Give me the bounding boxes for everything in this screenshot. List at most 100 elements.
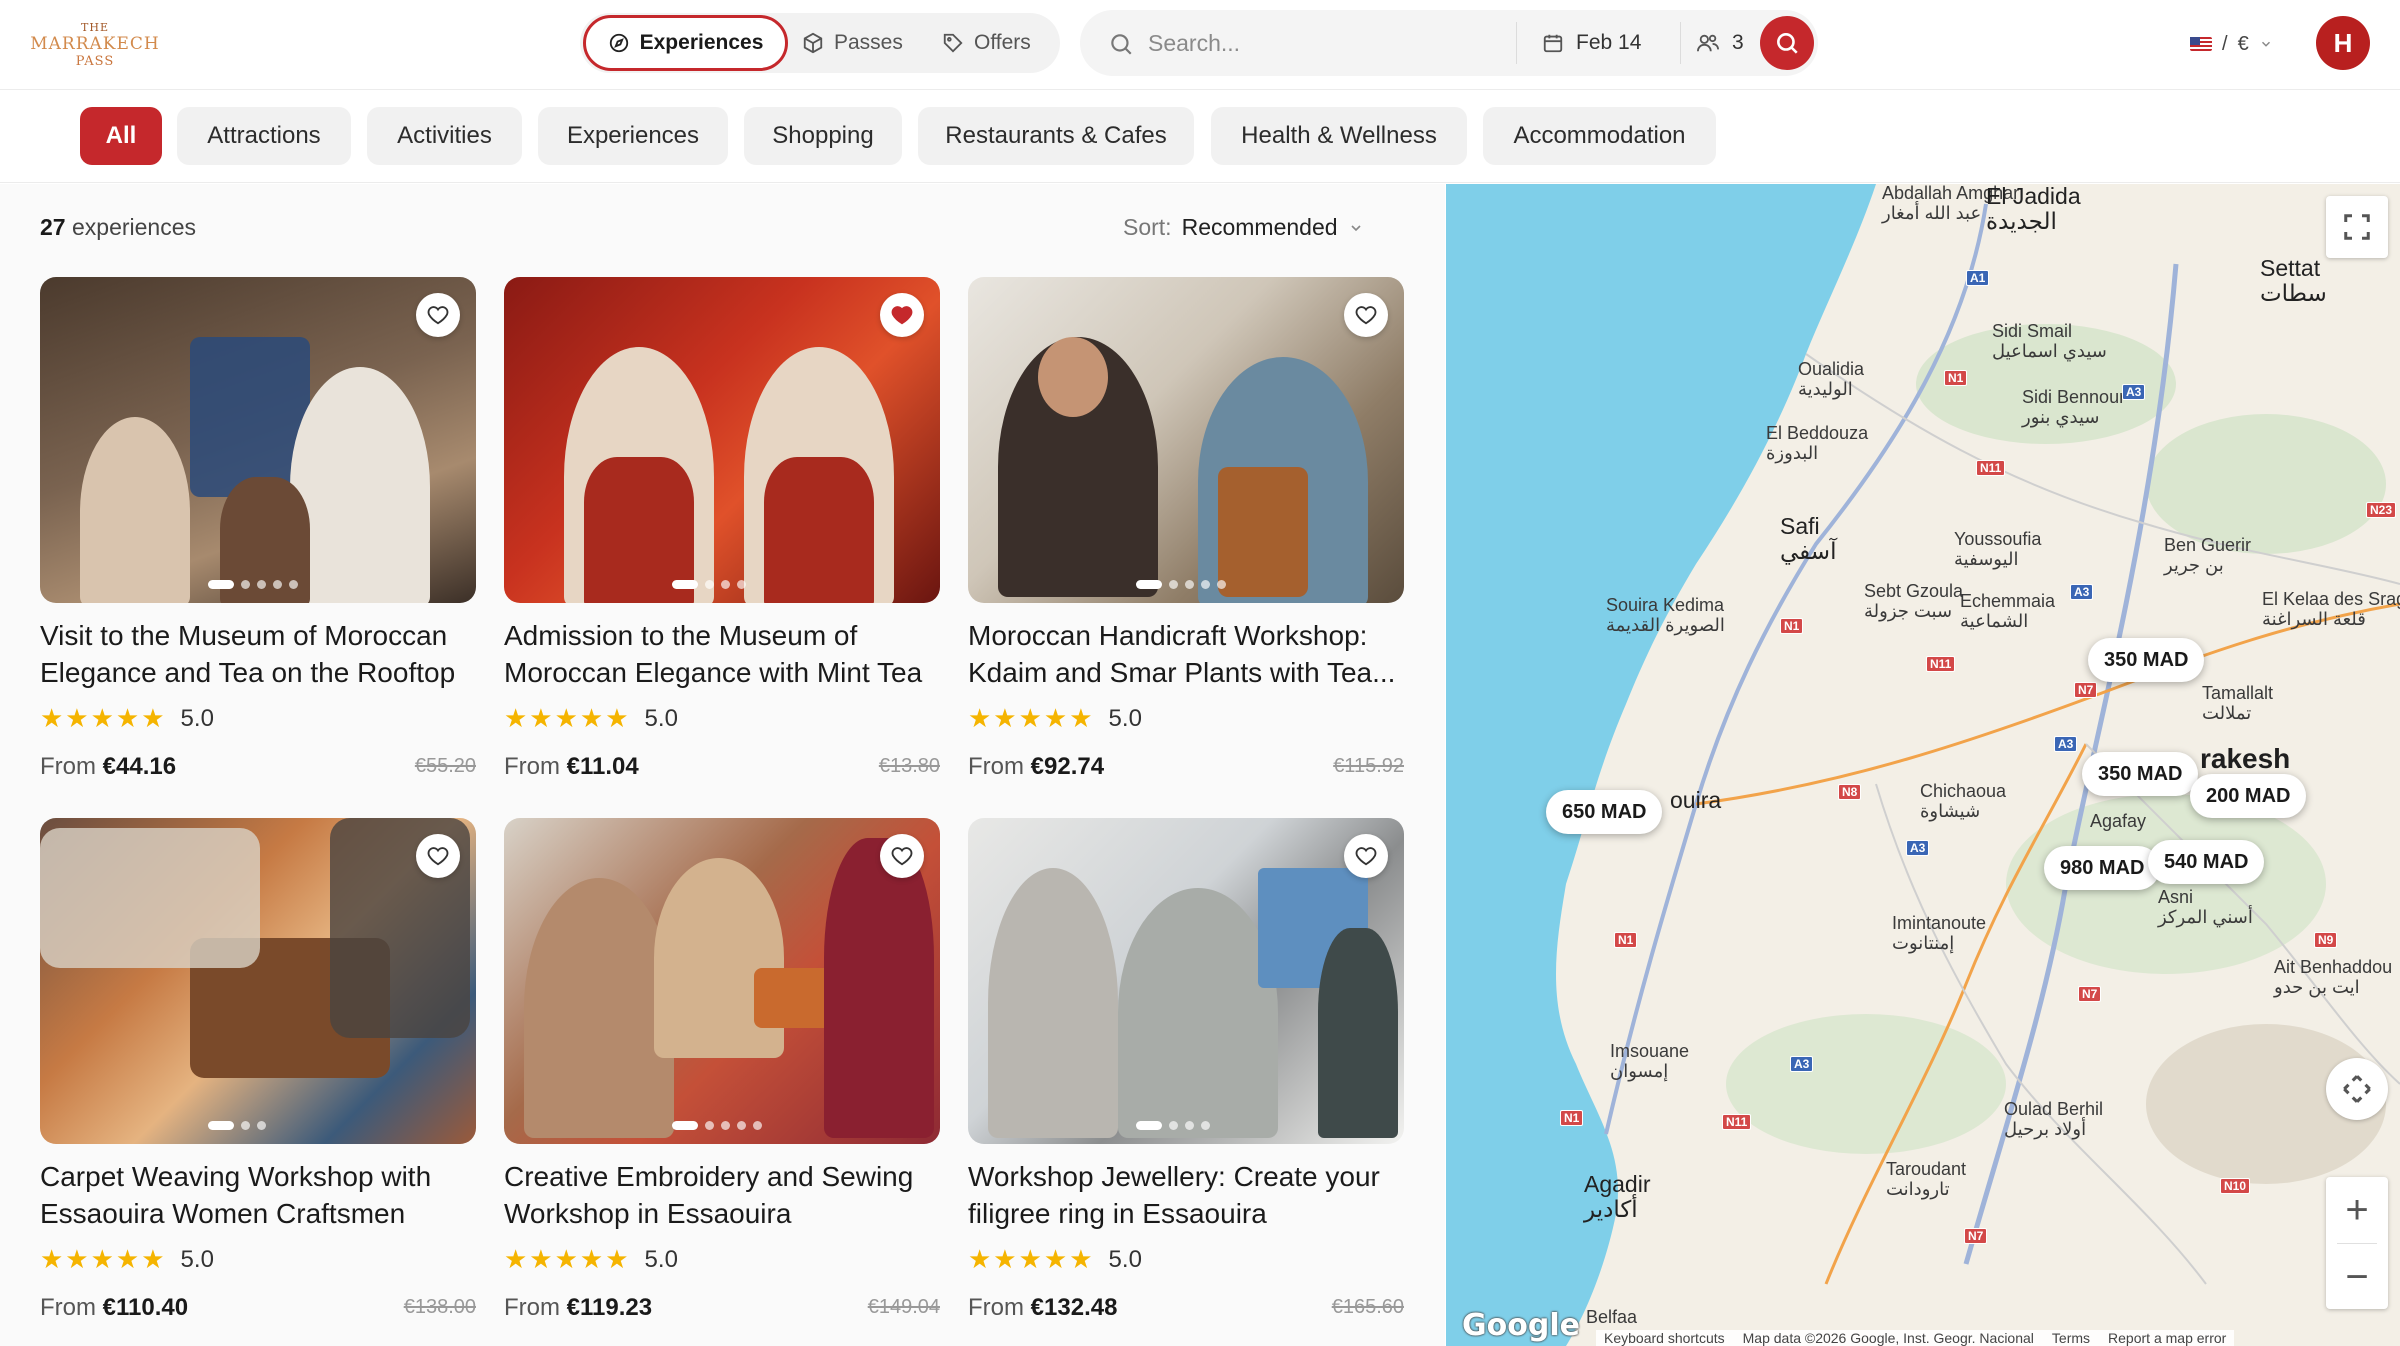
- experience-card[interactable]: Visit to the Museum of Moroccan Elegance…: [40, 277, 476, 780]
- map-place-label: Sidi Bennour سيدي بنور: [2022, 387, 2126, 427]
- map-place-label: Tamallalt تملالت: [2202, 683, 2274, 723]
- category-chip-all[interactable]: All: [80, 107, 162, 165]
- report-map-error-link[interactable]: Report a map error: [2108, 1330, 2226, 1346]
- experience-photo[interactable]: [504, 277, 940, 603]
- carousel-dots[interactable]: [672, 1121, 762, 1130]
- experience-title[interactable]: Admission to the Museum of Moroccan Eleg…: [504, 617, 940, 691]
- experience-photo[interactable]: [968, 818, 1404, 1144]
- carousel-dots[interactable]: [208, 580, 298, 589]
- experience-photo[interactable]: [40, 277, 476, 603]
- original-price: €13.80: [878, 755, 940, 777]
- tag-icon: [943, 33, 963, 53]
- favorite-button[interactable]: [416, 834, 460, 878]
- box-icon: [803, 32, 823, 54]
- experience-title[interactable]: Carpet Weaving Workshop with Essaouira W…: [40, 1158, 476, 1232]
- price-prefix: From: [968, 753, 1024, 780]
- favorite-button[interactable]: [880, 293, 924, 337]
- road-shield: N23: [2366, 502, 2397, 518]
- category-chip-activities[interactable]: Activities: [367, 107, 522, 165]
- experience-card[interactable]: Workshop Jewellery: Create your filigree…: [968, 818, 1404, 1321]
- experience-title[interactable]: Creative Embroidery and Sewing Workshop …: [504, 1158, 940, 1232]
- favorite-button[interactable]: [1344, 293, 1388, 337]
- experience-card[interactable]: Moroccan Handicraft Workshop: Kdaim and …: [968, 277, 1404, 780]
- map-place-label: Sebt Gzoula سبت جزولة: [1864, 581, 1964, 621]
- map-place-label: Echemmaia الشماعية: [1960, 591, 2056, 631]
- category-chip-shopping[interactable]: Shopping: [744, 107, 902, 165]
- search-input[interactable]: [1148, 24, 1568, 62]
- locale-currency-selector[interactable]: / €: [2190, 26, 2273, 62]
- locale-separator: /: [2222, 32, 2228, 55]
- map-price-marker[interactable]: 540 MAD: [2148, 840, 2265, 884]
- map-place-label: Agadir أكادير: [1584, 1171, 1651, 1223]
- experience-title[interactable]: Moroccan Handicraft Workshop: Kdaim and …: [968, 617, 1404, 691]
- search-submit-button[interactable]: [1760, 16, 1814, 70]
- experience-card[interactable]: Admission to the Museum of Moroccan Eleg…: [504, 277, 940, 780]
- experience-photo[interactable]: [504, 818, 940, 1144]
- price-value: €119.23: [566, 1294, 653, 1321]
- price-value: €44.16: [102, 753, 177, 780]
- original-price: €55.20: [414, 755, 476, 777]
- keyboard-shortcuts-link[interactable]: Keyboard shortcuts: [1604, 1330, 1725, 1346]
- sort-label: Sort:: [1123, 214, 1172, 240]
- zoom-in-button[interactable]: +: [2326, 1177, 2388, 1243]
- product-type-switcher: Experiences Passes Offers: [580, 13, 1060, 73]
- search-icon: [1111, 34, 1132, 55]
- star-rating-icon: ★★★★★: [968, 1244, 1095, 1274]
- sort-dropdown[interactable]: Sort: Recommended: [1123, 214, 1364, 241]
- zoom-out-button[interactable]: −: [2326, 1244, 2388, 1310]
- experience-photo[interactable]: [968, 277, 1404, 603]
- experience-price: From €92.74: [968, 753, 1104, 781]
- map-place-label: Safi آسفي: [1780, 513, 1837, 565]
- user-avatar[interactable]: H: [2316, 16, 2370, 70]
- guests-picker[interactable]: 3: [1686, 10, 1744, 76]
- offers-tab[interactable]: Offers: [942, 13, 1031, 73]
- category-chip-health-wellness[interactable]: Health & Wellness: [1211, 107, 1467, 165]
- road-shield: N7: [2074, 682, 2098, 698]
- rating-value: 5.0: [644, 704, 678, 732]
- road-shield: N10: [2220, 1178, 2251, 1194]
- price-prefix: From: [968, 1294, 1024, 1321]
- experience-title[interactable]: Workshop Jewellery: Create your filigree…: [968, 1158, 1404, 1232]
- map-place-label: El Beddouza البدوزة: [1766, 423, 1869, 463]
- carousel-dots[interactable]: [1136, 1121, 1210, 1130]
- category-chip-accommodation[interactable]: Accommodation: [1483, 107, 1716, 165]
- carousel-dots[interactable]: [1136, 580, 1226, 589]
- carousel-dots[interactable]: [208, 1121, 266, 1130]
- fullscreen-icon: [2344, 214, 2370, 240]
- map-price-marker[interactable]: 350 MAD: [2088, 638, 2205, 682]
- road-shield: N1: [1560, 1110, 1584, 1126]
- experience-card[interactable]: Carpet Weaving Workshop with Essaouira W…: [40, 818, 476, 1321]
- date-picker[interactable]: Feb 14: [1542, 10, 1641, 76]
- category-chip-restaurants-cafes[interactable]: Restaurants & Cafes: [918, 107, 1194, 165]
- experiences-tab[interactable]: Experiences: [583, 15, 788, 71]
- experience-map[interactable]: Abdallah Amghar عبد الله أمغار El Jadida ا…: [1446, 184, 2400, 1346]
- rating-value: 5.0: [1108, 1245, 1142, 1273]
- experience-card[interactable]: Creative Embroidery and Sewing Workshop …: [504, 818, 940, 1321]
- map-place-label: Imsouane إمسوان: [1610, 1041, 1690, 1081]
- road-shield: A3: [1906, 840, 1930, 856]
- map-pan-control[interactable]: [2326, 1058, 2388, 1120]
- marrakech-pass-logo[interactable]: THE MARRAKECH PASS: [30, 16, 159, 74]
- favorite-button[interactable]: [416, 293, 460, 337]
- map-place-label: Settat سطات: [2260, 255, 2327, 307]
- price-prefix: From: [40, 753, 96, 780]
- favorite-button[interactable]: [1344, 834, 1388, 878]
- map-price-marker[interactable]: 350 MAD: [2082, 752, 2199, 796]
- category-chip-attractions[interactable]: Attractions: [177, 107, 351, 165]
- map-place-label: Youssoufia اليوسفية: [1954, 529, 2042, 569]
- guests-value: 3: [1732, 31, 1744, 54]
- map-price-marker[interactable]: 980 MAD: [2044, 846, 2161, 890]
- map-price-marker[interactable]: 200 MAD: [2190, 774, 2307, 818]
- experience-photo[interactable]: [40, 818, 476, 1144]
- map-attribution: Keyboard shortcuts Map data ©2026 Google…: [1596, 1330, 2235, 1346]
- heart-outline-icon: [427, 847, 449, 866]
- map-price-marker[interactable]: 650 MAD: [1546, 790, 1663, 834]
- carousel-dots[interactable]: [672, 580, 746, 589]
- original-price: €138.00: [403, 1296, 476, 1318]
- fullscreen-button[interactable]: [2326, 196, 2388, 258]
- favorite-button[interactable]: [880, 834, 924, 878]
- category-chip-experiences[interactable]: Experiences: [538, 107, 728, 165]
- experience-title[interactable]: Visit to the Museum of Moroccan Elegance…: [40, 617, 476, 691]
- terms-link[interactable]: Terms: [2052, 1330, 2090, 1346]
- passes-tab[interactable]: Passes: [802, 13, 903, 73]
